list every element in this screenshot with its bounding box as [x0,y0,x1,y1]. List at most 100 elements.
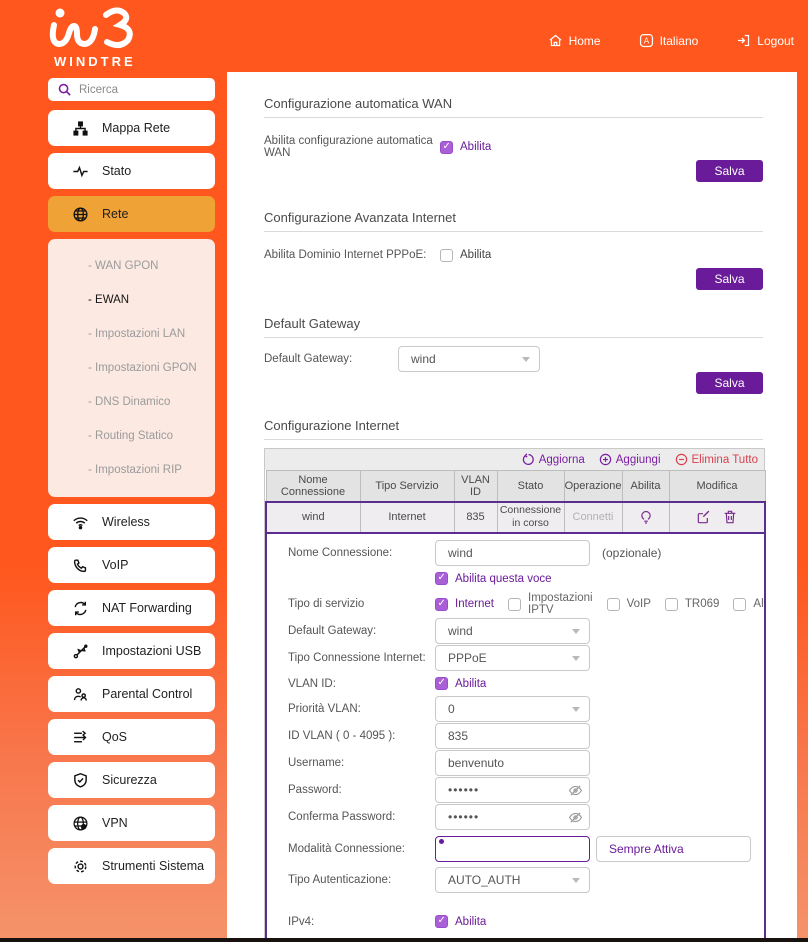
nav-logout[interactable]: Logout [736,33,794,48]
id-vlan-input[interactable] [435,723,590,749]
tipo-autenticazione-label: Tipo Autenticazione: [288,874,392,886]
priorita-vlan-select[interactable]: 0 [435,696,590,722]
main-panel: Configurazione automatica WAN Abilita co… [227,72,797,938]
tipo-connessione-select[interactable]: PPPoE [435,645,590,671]
save-button-auto-wan[interactable]: Salva [696,160,763,182]
username-input[interactable] [435,750,590,776]
ipv4-abilita-checkbox[interactable]: Abilita [435,915,486,928]
radio-sempre-attiva[interactable]: Sempre Attiva [435,835,751,862]
servizio-voip-checkbox[interactable]: VoIP [606,597,651,611]
sidebar-item-label: QoS [102,730,128,744]
eye-off-icon[interactable] [568,810,583,825]
table-row[interactable]: wind Internet 835 Connessione in corso C… [265,500,766,534]
sidebar-item-voip[interactable]: VoIP [48,547,215,583]
submenu-item-impostazioni-lan[interactable]: - Impostazioni LAN [88,317,215,351]
submenu-item-routing-statico[interactable]: - Routing Statico [88,419,215,453]
sidebar-item-wireless[interactable]: Wireless [48,504,215,540]
checkbox-checked [440,140,453,154]
chevron-down-icon [572,707,580,712]
refresh-button[interactable]: Aggiorna [522,453,585,466]
form-default-gateway-select[interactable]: wind [435,618,590,644]
logout-icon [738,34,750,47]
col-tipo-servizio: Tipo Servizio [359,470,455,502]
sidebar-item-vpn[interactable]: VPN [48,805,215,841]
ipv4-label: IPv4: [288,915,315,928]
network-map-icon [73,120,88,136]
sidebar-item-label: Rete [102,207,129,221]
checkbox-unchecked [733,597,747,611]
submenu-item-dns-dinamico[interactable]: - DNS Dinamico [88,385,215,419]
delete-all-button[interactable]: Elimina Tutto [675,453,758,466]
radio-label: Sempre Attiva [596,835,751,862]
cell-name: wind [265,500,361,534]
sidebar-item-qos[interactable]: QoS [48,719,215,755]
delete-icon[interactable] [722,509,738,525]
sidebar-item-stato[interactable]: Stato [48,153,215,189]
conferma-password-input[interactable] [435,804,590,830]
section-title-internet: Configurazione Internet [264,418,400,433]
gateway-field-label: Default Gateway: [264,353,353,365]
globe-icon [73,206,88,222]
search-placeholder: Ricerca [79,83,118,96]
pppoe-domain-abilita-checkbox[interactable]: Abilita [440,248,491,262]
eye-off-icon[interactable] [568,783,583,798]
checkbox-label: Abilita [455,677,487,690]
tipo-autenticazione-select[interactable]: AUTO_AUTH [435,867,590,893]
password-label: Password: [288,784,342,796]
home-icon [549,34,562,47]
save-button-gateway[interactable]: Salva [696,372,763,394]
submenu-item-impostazioni-gpon[interactable]: - Impostazioni GPON [88,351,215,385]
add-button[interactable]: Aggiungi [599,453,661,466]
edit-icon[interactable] [696,509,712,525]
col-stato: Stato [496,470,565,502]
servizio-tr069-checkbox[interactable]: TR069 [664,597,719,611]
checkbox-unchecked [664,597,678,611]
col-vlan-id: VLAN ID [453,470,498,502]
sidebar-item-sicurezza[interactable]: Sicurezza [48,762,215,798]
auto-wan-abilita-checkbox[interactable]: Abilita [440,140,491,154]
servizio-iptv-checkbox[interactable]: Impostazioni IPTV [508,592,593,616]
priorita-vlan-label: Priorità VLAN: [288,703,361,715]
abilita-voce-checkbox[interactable]: Abilita questa voce [435,572,552,585]
header-nav: Home A Italiano Logout [548,33,794,48]
nav-language[interactable]: A Italiano [639,33,698,48]
servizio-altri-checkbox[interactable]: Altri [733,597,764,611]
search-input[interactable]: Ricerca [48,78,215,101]
checkbox-label: VoIP [626,598,651,610]
cell-status: Connessione in corso [496,500,565,534]
lightbulb-icon[interactable] [638,509,654,525]
nav-home[interactable]: Home [548,33,601,48]
password-input[interactable] [435,777,590,803]
windtre-logo-icon [49,7,133,48]
vlan-id-abilita-checkbox[interactable]: Abilita [435,677,486,690]
sidebar-item-parental-control[interactable]: Parental Control [48,676,215,712]
id-vlan-label: ID VLAN ( 0 - 4095 ): [288,730,396,742]
save-button-avanzata[interactable]: Salva [696,268,763,290]
sidebar-item-strumenti-sistema[interactable]: Strumenti Sistema [48,848,215,884]
form-default-gateway-label: Default Gateway: [288,625,377,637]
submenu-item-wan-gpon[interactable]: - WAN GPON [88,249,215,283]
nome-connessione-label: Nome Connessione: [288,547,393,559]
search-icon [58,83,71,96]
sidebar-item-label: VPN [102,816,128,830]
chevron-down-icon [572,629,580,634]
servizio-internet-checkbox[interactable]: Internet [435,597,494,611]
sidebar-item-label: Parental Control [102,687,193,701]
gateway-select[interactable]: wind [398,346,540,372]
tipo-servizio-label: Tipo di servizio [288,598,365,610]
svg-text:A: A [643,36,649,45]
nome-connessione-input[interactable] [435,540,590,566]
rete-submenu: - WAN GPON - EWAN - Impostazioni LAN - I… [48,239,215,497]
connections-table: Nome Connessione Tipo Servizio VLAN ID S… [265,470,766,534]
sidebar-item-nat-forwarding[interactable]: NAT Forwarding [48,590,215,626]
connect-button[interactable]: Connetti [573,511,614,523]
submenu-item-impostazioni-rip[interactable]: - Impostazioni RIP [88,453,215,487]
sidebar-item-mappa-rete[interactable]: Mappa Rete [48,110,215,146]
submenu-item-ewan[interactable]: - EWAN [88,283,215,317]
sidebar-item-rete[interactable]: Rete [48,196,215,232]
select-value: AUTO_AUTH [448,873,521,887]
tipo-connessione-label: Tipo Connessione Internet: [288,652,426,664]
vpn-globe-icon [73,815,88,831]
select-value: wind [448,624,473,638]
sidebar-item-impostazioni-usb[interactable]: Impostazioni USB [48,633,215,669]
